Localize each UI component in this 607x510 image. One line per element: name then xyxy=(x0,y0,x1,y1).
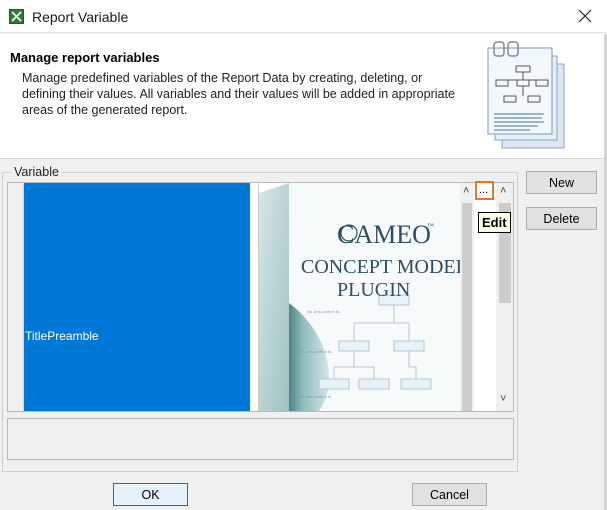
report-app-icon xyxy=(9,9,24,24)
variable-group-legend: Variable xyxy=(11,165,62,179)
cancel-button[interactable]: Cancel xyxy=(412,483,487,506)
value-scroll-up-icon[interactable]: ˄ xyxy=(463,185,469,197)
row-header-gutter xyxy=(8,183,24,411)
table-scroll-up-icon[interactable]: ˄ xyxy=(500,185,506,197)
edit-value-button-label: ... xyxy=(479,184,489,196)
report-document-icon xyxy=(487,41,565,149)
svg-text:Ab. ans confirm st.: Ab. ans confirm st. xyxy=(307,309,340,314)
variable-name-label: TitlePreamble xyxy=(25,329,99,343)
header-title: Manage report variables xyxy=(10,50,160,65)
new-button[interactable]: New xyxy=(526,171,597,194)
variable-table: TitlePreamble Ab. ans confirm st. Ab. an… xyxy=(7,181,514,412)
window-title: Report Variable xyxy=(32,9,129,25)
header-banner: Manage report variables Manage predefine… xyxy=(0,34,607,159)
header-description: Manage predefined variables of the Repor… xyxy=(22,71,455,117)
title-bar: Report Variable xyxy=(0,0,607,33)
svg-text:CONCEPT MODELER: CONCEPT MODELER xyxy=(301,256,460,278)
svg-text:™: ™ xyxy=(427,222,434,230)
svg-text:Ab. ans confirm st.: Ab. ans confirm st. xyxy=(299,394,332,399)
variable-group: Variable TitlePreamble Ab. ans confirm s… xyxy=(2,165,518,472)
edit-tooltip: Edit xyxy=(478,212,511,233)
edit-value-button[interactable]: ... xyxy=(475,181,494,200)
svg-text:PLUGIN: PLUGIN xyxy=(337,279,410,301)
ok-button[interactable]: OK xyxy=(113,483,188,506)
close-icon[interactable] xyxy=(573,5,597,27)
report-variable-dialog: Report Variable Manage report variables … xyxy=(0,0,607,510)
value-cell-scrollbar[interactable]: ˄ xyxy=(460,183,474,411)
table-scroll-down-icon[interactable]: ˅ xyxy=(500,393,506,405)
cameo-concept-modeler-plugin-box: Ab. ans confirm st. Ab. ans confirm st. … xyxy=(259,183,460,411)
value-scroll-thumb[interactable] xyxy=(462,203,472,411)
variable-name-cell[interactable]: TitlePreamble xyxy=(24,183,250,411)
cameo-logo-text: CAMEO xyxy=(337,220,431,249)
delete-button[interactable]: Delete xyxy=(526,207,597,230)
variable-value-cell[interactable]: Ab. ans confirm st. Ab. ans confirm st. … xyxy=(258,183,460,411)
variable-description-box xyxy=(7,418,514,460)
svg-text:Ab. ans confirm st.: Ab. ans confirm st. xyxy=(299,349,332,354)
